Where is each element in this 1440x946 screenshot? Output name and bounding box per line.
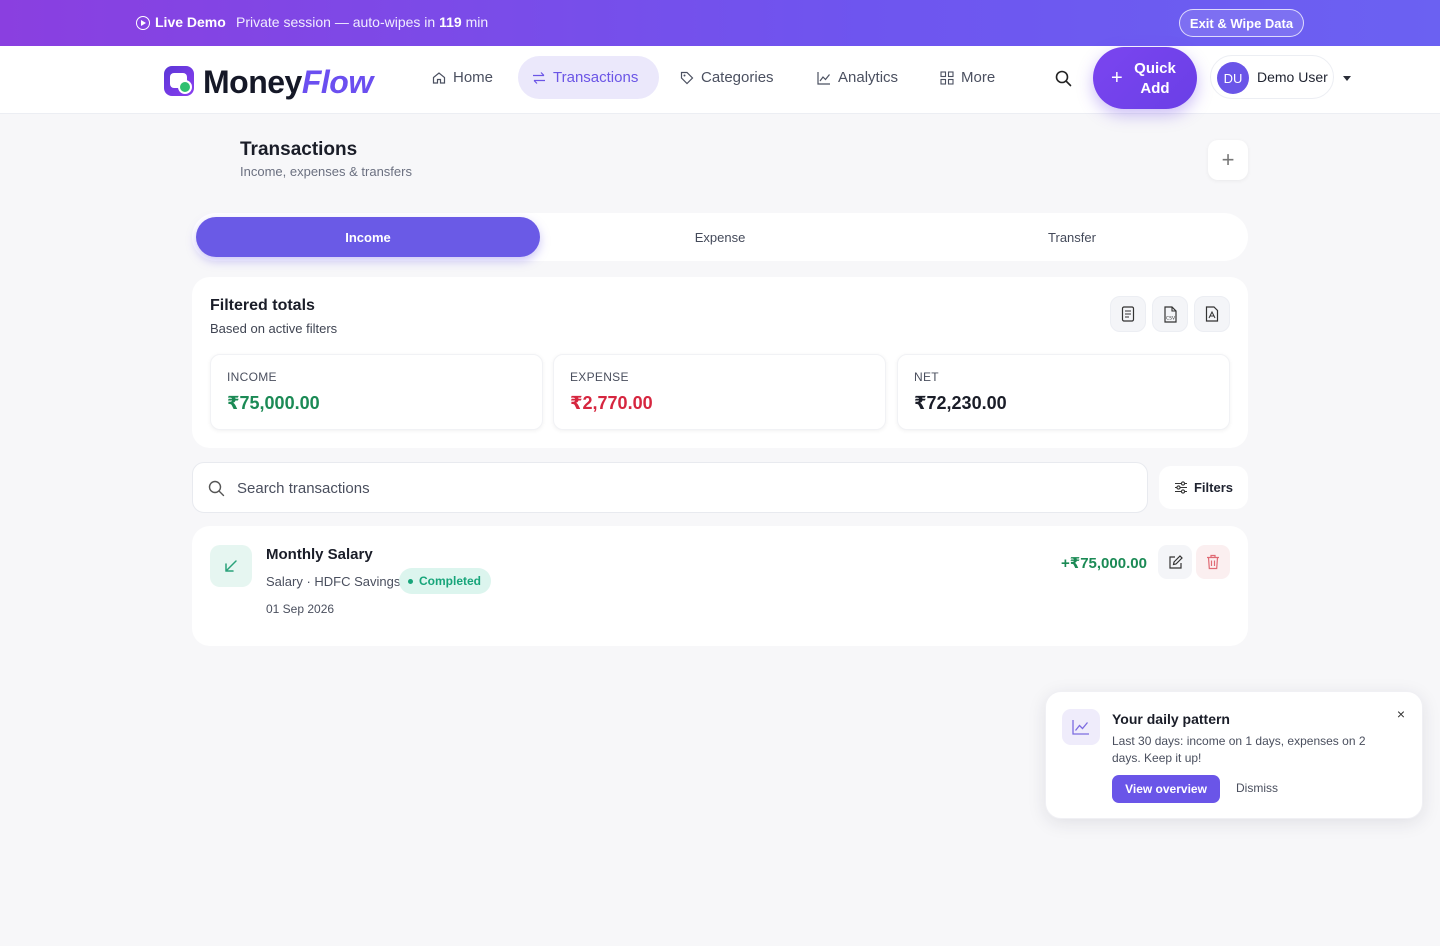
csv-file-icon: CSV — [1164, 305, 1177, 323]
stat-net-value: ₹72,230.00 — [914, 393, 1007, 413]
stat-expense-label: EXPENSE — [570, 370, 629, 384]
global-search-button[interactable] — [1044, 59, 1082, 97]
transaction-amount: +₹75,000.00 — [1061, 555, 1147, 572]
stat-income-value: ₹75,000.00 — [227, 393, 320, 413]
brand-logo[interactable]: MoneyFlow — [203, 64, 373, 101]
svg-text:CSV: CSV — [1166, 315, 1176, 321]
avatar: DU — [1217, 62, 1249, 94]
pdf-file-icon — [1205, 306, 1219, 322]
toast-title: Your daily pattern — [1112, 711, 1230, 727]
stat-expense: EXPENSE ₹2,770.00 — [553, 354, 886, 430]
totals-subtitle: Based on active filters — [210, 321, 338, 336]
view-overview-button[interactable]: View overview — [1112, 775, 1220, 803]
nav-analytics[interactable]: Analytics — [803, 56, 912, 99]
page-title: Transactions — [240, 139, 358, 160]
nav-home-label: Home — [453, 69, 494, 86]
line-chart-icon — [817, 71, 830, 85]
nav-transactions-label: Transactions — [553, 69, 639, 86]
daily-pattern-toast: Your daily pattern Last 30 days: income … — [1045, 691, 1423, 819]
status-badge: Completed — [399, 568, 492, 594]
export-report-button[interactable] — [1110, 296, 1146, 332]
user-menu[interactable]: DU Demo User — [1210, 55, 1334, 99]
search-icon — [208, 480, 225, 497]
transaction-meta: Salary · HDFC Savings — [266, 574, 401, 589]
sliders-icon — [1174, 481, 1187, 494]
toast-body: Last 30 days: income on 1 days, expenses… — [1112, 734, 1366, 765]
tab-expense[interactable]: Expense — [548, 217, 892, 257]
document-icon — [1121, 306, 1135, 322]
plus-icon: + — [1221, 147, 1235, 172]
plus-icon: + — [1111, 67, 1123, 89]
nav-more[interactable]: More — [926, 56, 1009, 99]
dismiss-button[interactable]: Dismiss — [1236, 781, 1278, 795]
nav-analytics-label: Analytics — [838, 69, 899, 86]
search-input[interactable] — [237, 477, 1117, 499]
export-pdf-button[interactable] — [1194, 296, 1230, 332]
grid-icon — [940, 70, 954, 85]
filters-button[interactable]: Filters — [1159, 466, 1248, 509]
nav-home[interactable]: Home — [418, 56, 507, 99]
session-text: Private session — auto-wipes in 119 min — [236, 14, 489, 30]
filtered-totals-card: Filtered totals Based on active filters … — [192, 277, 1248, 448]
demo-banner: Live Demo Private session — auto-wipes i… — [0, 0, 1440, 46]
exit-wipe-button[interactable]: Exit & Wipe Data — [1179, 9, 1304, 37]
tab-income[interactable]: Income — [196, 217, 540, 257]
nav-categories[interactable]: Categories — [666, 56, 788, 99]
session-minutes: 119 — [439, 14, 462, 30]
type-tabs: Income Expense Transfer — [192, 213, 1248, 261]
transfer-arrows-icon — [533, 71, 545, 84]
nav-categories-label: Categories — [701, 69, 774, 86]
transaction-row[interactable]: Monthly Salary Salary · HDFC Savings Com… — [192, 526, 1248, 646]
tag-icon — [680, 71, 694, 84]
logo-icon — [164, 66, 194, 96]
stat-net-label: NET — [914, 370, 939, 384]
quick-add-label: Quick Add — [1134, 60, 1176, 97]
chevron-down-icon[interactable] — [1343, 76, 1351, 81]
export-csv-button[interactable]: CSV — [1152, 296, 1188, 332]
transaction-date: 01 Sep 2026 — [266, 602, 335, 616]
transaction-search — [192, 462, 1148, 513]
user-name: Demo User — [1257, 69, 1328, 85]
trend-chart-icon — [1062, 709, 1100, 745]
tab-transfer[interactable]: Transfer — [900, 217, 1244, 257]
stat-income-label: INCOME — [227, 370, 277, 384]
close-icon[interactable]: × — [1394, 707, 1408, 721]
stat-expense-value: ₹2,770.00 — [570, 393, 653, 413]
stat-net: NET ₹72,230.00 — [897, 354, 1230, 430]
quick-add-button[interactable]: + Quick Add — [1093, 47, 1197, 109]
home-icon — [432, 71, 446, 84]
play-circle-icon — [136, 16, 150, 30]
nav-more-label: More — [961, 69, 996, 86]
add-transaction-button[interactable]: + — [1208, 140, 1248, 180]
transaction-title: Monthly Salary — [266, 546, 373, 563]
nav-transactions[interactable]: Transactions — [518, 56, 659, 99]
trash-icon — [1207, 554, 1219, 570]
filters-label: Filters — [1193, 480, 1233, 495]
stat-income: INCOME ₹75,000.00 — [210, 354, 543, 430]
live-demo-label: Live Demo — [155, 14, 226, 30]
search-icon — [1055, 70, 1071, 86]
totals-title: Filtered totals — [210, 297, 315, 314]
edit-icon — [1168, 554, 1183, 569]
arrow-down-left-icon — [210, 545, 252, 587]
edit-transaction-button[interactable] — [1158, 545, 1192, 579]
delete-transaction-button[interactable] — [1196, 545, 1230, 579]
page-subtitle: Income, expenses & transfers — [240, 164, 412, 179]
